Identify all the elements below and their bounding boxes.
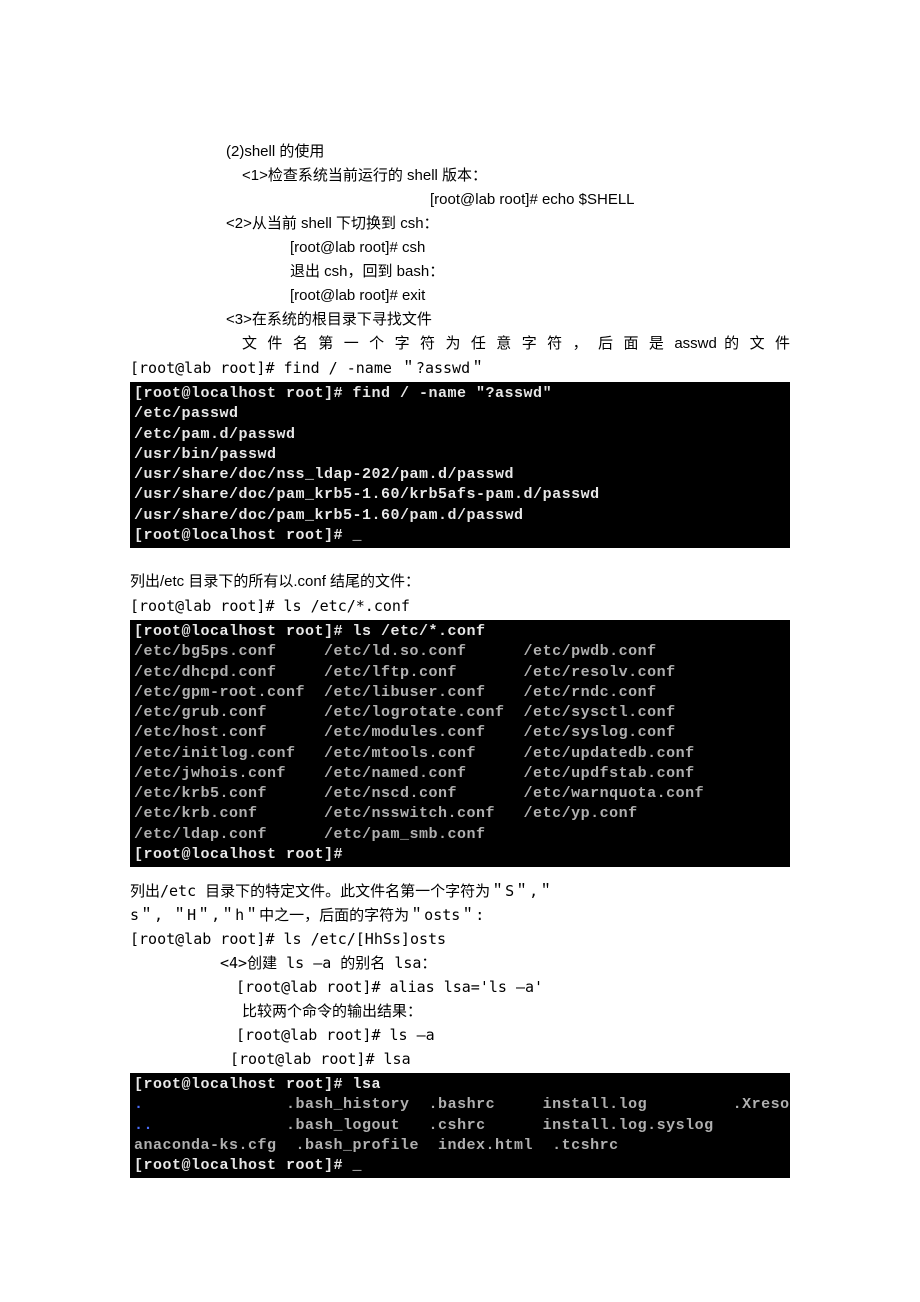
step-4-command-lsa1: [root@lab root]# ls –a	[130, 1023, 790, 1047]
terminal-output-ls-conf: [root@localhost root]# ls /etc/*.conf /e…	[130, 620, 790, 867]
hosts-command: [root@lab root]# ls /etc/[HhSs]osts	[130, 927, 790, 951]
terminal-dotdot: ..	[134, 1117, 153, 1134]
step-2-label: <2>从当前 shell 下切换到 csh：	[130, 212, 790, 236]
terminal-lsa-prompt: [root@localhost root]# lsa	[134, 1076, 381, 1093]
step-2-command-csh: [root@lab root]# csh	[130, 236, 790, 260]
section-shell-usage: (2)shell 的使用 <1>检查系统当前运行的 shell 版本： [roo…	[130, 140, 790, 380]
list-conf-command: [root@lab root]# ls /etc/*.conf	[130, 594, 790, 618]
step-4-command-lsa2: [root@lab root]# lsa	[130, 1047, 790, 1071]
terminal-dot: .	[134, 1096, 144, 1113]
terminal-text: [root@localhost root]# find / -name "?as…	[134, 385, 600, 544]
step-2-note: 退出 csh，回到 bash：	[130, 260, 790, 284]
hosts-block: 列出/etc 目录下的特定文件。此文件名第一个字符为＂S＂,＂ s＂, ＂H＂,…	[130, 879, 790, 1071]
terminal-row3: anaconda-ks.cfg .bash_profile index.html…	[134, 1137, 619, 1154]
list-conf-desc: 列出/etc 目录下的所有以.conf 结尾的文件：	[130, 570, 790, 594]
section-title: (2)shell 的使用	[130, 140, 790, 164]
terminal-row2: .bash_logout .cshrc install.log.syslog	[153, 1117, 714, 1134]
hosts-line1: 列出/etc 目录下的特定文件。此文件名第一个字符为＂S＂,＂	[130, 879, 790, 903]
hosts-line2: s＂, ＂H＂,＂h＂中之一，后面的字符为＂osts＂:	[130, 903, 790, 927]
step-3-desc: 文 件 名 第 一 个 字 符 为 任 意 字 符 ， 后 面 是 asswd …	[130, 332, 790, 356]
terminal-file-list: /etc/bg5ps.conf /etc/ld.so.conf /etc/pwd…	[134, 643, 704, 842]
step-3-command: [root@lab root]# find / -name ＂?asswd＂	[130, 356, 790, 380]
step-1-command: [root@lab root]# echo $SHELL	[130, 188, 790, 212]
terminal-output-find: [root@localhost root]# find / -name "?as…	[130, 382, 790, 548]
step-2-command-exit: [root@lab root]# exit	[130, 284, 790, 308]
terminal-output-lsa: [root@localhost root]# lsa . .bash_histo…	[130, 1073, 790, 1178]
step-4-label: <4>创建 ls –a 的别名 lsa：	[130, 951, 790, 975]
terminal-prompt-line: [root@localhost root]# ls /etc/*.conf	[134, 623, 486, 640]
step-3-label: <3>在系统的根目录下寻找文件	[130, 308, 790, 332]
document-page: (2)shell 的使用 <1>检查系统当前运行的 shell 版本： [roo…	[0, 0, 920, 1270]
step-1-label: <1>检查系统当前运行的 shell 版本：	[130, 164, 790, 188]
step-4-command-alias: [root@lab root]# alias lsa='ls –a'	[130, 975, 790, 999]
step-4-note: 比较两个命令的输出结果：	[130, 999, 790, 1023]
terminal-prompt-end: [root@localhost root]#	[134, 846, 343, 863]
terminal-lsa-end: [root@localhost root]# _	[134, 1157, 362, 1174]
list-conf-block: 列出/etc 目录下的所有以.conf 结尾的文件： [root@lab roo…	[130, 570, 790, 618]
terminal-row1: .bash_history .bashrc install.log .Xreso…	[144, 1096, 790, 1113]
